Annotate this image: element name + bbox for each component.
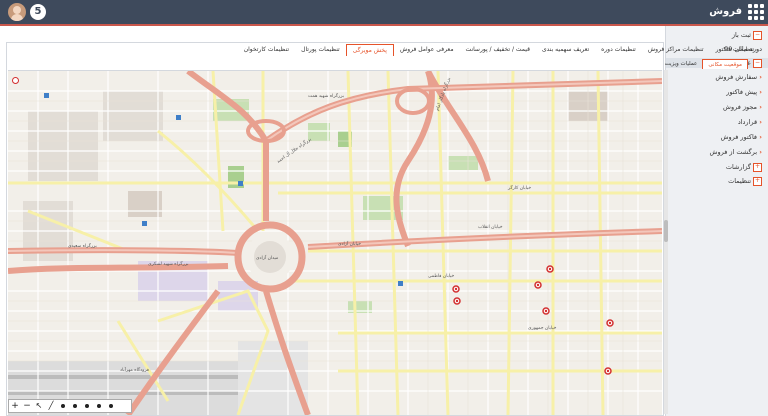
tab-portal-settings[interactable]: تنظیمات پورتال xyxy=(295,44,346,56)
map-label: خیابان فاطمی xyxy=(428,274,455,279)
map-label: بزرگراه سعیدی xyxy=(68,242,97,249)
tab-price-discount[interactable]: قیمت / تخفیف / پورسانت xyxy=(460,44,536,56)
expand-box-icon: + xyxy=(753,162,762,172)
point-tool-icon[interactable] xyxy=(81,400,93,412)
point-tool-icon[interactable] xyxy=(57,400,69,412)
scrollbar-thumb[interactable] xyxy=(664,220,668,242)
map-canvas[interactable]: بزرگراه شهید همت بزرگراه جلال آل احمد خی… xyxy=(8,71,662,415)
arrow-left-icon: ‹ xyxy=(757,118,762,126)
map-label: خیابان آزادی xyxy=(338,241,361,247)
sidebar-item-label: تنظیمات xyxy=(728,177,751,185)
sidebar-item-sales-invoice[interactable]: ‹ فاکتور فروش xyxy=(721,132,762,142)
sidebar: −ثبت باز دوره مالی 99 −عملیات ‹ سفارش فر… xyxy=(665,26,768,416)
tab-period-settings[interactable]: تنظیمات دوره xyxy=(595,44,642,56)
map-scrollbar[interactable] xyxy=(664,70,668,414)
settings-tabs: تنظیمات فاکتور تنظیمات مراکز فروش تنظیما… xyxy=(238,44,760,56)
map-label: خیابان انقلاب xyxy=(478,225,503,230)
arrow-left-icon: ‹ xyxy=(757,103,762,111)
sidebar-item-label: سفارش فروش xyxy=(715,73,758,81)
arrow-left-icon: ‹ xyxy=(757,148,762,156)
zoom-out-icon[interactable]: − xyxy=(21,400,33,412)
sidebar-item-sales-order[interactable]: ‹ سفارش فروش xyxy=(715,72,762,82)
sidebar-item-contract[interactable]: ‹ قرارداد xyxy=(738,117,762,127)
sidebar-item-label: ثبت باز xyxy=(731,31,751,39)
point-tool-icon[interactable] xyxy=(105,400,117,412)
sidebar-item-settings[interactable]: +تنظیمات xyxy=(728,176,762,186)
tab-quota[interactable]: تعریف سهمیه بندی xyxy=(536,44,595,56)
app-logo-icon[interactable]: 5 xyxy=(30,4,46,20)
sidebar-item-reports[interactable]: +گزارشات xyxy=(726,162,762,172)
expand-box-icon: − xyxy=(753,58,762,68)
map-label: بزرگراه شهید لشکری xyxy=(148,260,188,267)
expand-box-icon: + xyxy=(753,176,762,186)
sidebar-item-label: قرارداد xyxy=(737,118,758,126)
apps-grid-icon[interactable] xyxy=(748,4,764,20)
map-origin-marker[interactable] xyxy=(12,77,19,84)
map-label: بزرگراه شهید همت xyxy=(308,92,344,99)
tab-capillary-distribution[interactable]: پخش مویرگی xyxy=(345,44,394,56)
map-label: فرودگاه مهرآباد xyxy=(120,366,149,373)
subtabs: موقعیت مکانی عملیات ویزیت xyxy=(660,59,748,69)
tab-sales-agents[interactable]: معرفی عوامل فروش xyxy=(394,44,460,56)
arrow-left-icon: ‹ xyxy=(757,133,762,141)
draw-line-icon[interactable]: ╱ xyxy=(45,400,57,412)
subtab-visit-operations[interactable]: عملیات ویزیت xyxy=(660,59,703,69)
sidebar-item-label: فاکتور فروش xyxy=(720,133,758,141)
app-title: فروش xyxy=(709,6,742,17)
arrow-left-icon: ‹ xyxy=(757,73,762,81)
tab-sales-centers[interactable]: تنظیمات مراکز فروش xyxy=(642,44,710,56)
arrow-left-icon: ‹ xyxy=(757,88,762,96)
sidebar-item-sales-permit[interactable]: ‹ مجوز فروش xyxy=(723,102,762,112)
map-toolbar: + − ↖ ╱ xyxy=(8,399,132,413)
map-label: خیابان جمهوری xyxy=(528,326,557,331)
map-label: میدان آزادی xyxy=(256,255,279,261)
point-tool-icon[interactable] xyxy=(93,400,105,412)
sidebar-item-open-records[interactable]: −ثبت باز xyxy=(732,30,762,40)
avatar[interactable] xyxy=(8,3,26,21)
sidebar-item-sales-return[interactable]: ‹ برگشت از فروش xyxy=(710,147,762,157)
tab-pos-settings[interactable]: تنظیمات کارتخوان xyxy=(238,44,295,56)
cursor-icon[interactable]: ↖ xyxy=(33,400,45,412)
tab-invoice-settings[interactable]: تنظیمات فاکتور xyxy=(710,44,760,56)
expand-box-icon: − xyxy=(753,30,762,40)
zoom-in-icon[interactable]: + xyxy=(9,400,21,412)
sidebar-item-label: گزارشات xyxy=(725,163,751,171)
top-bar: فروش 5 xyxy=(0,0,768,26)
map-view[interactable]: بزرگراه شهید همت بزرگراه جلال آل احمد خی… xyxy=(8,70,662,415)
sidebar-item-label: برگشت از فروش xyxy=(709,148,758,156)
top-divider xyxy=(0,24,768,26)
point-tool-icon[interactable] xyxy=(69,400,81,412)
sidebar-item-label: مجوز فروش xyxy=(723,103,758,111)
map-label: خیابان کارگر xyxy=(507,184,531,191)
sidebar-item-proforma[interactable]: ‹ پیش فاکتور xyxy=(726,87,762,97)
subtab-location[interactable]: موقعیت مکانی xyxy=(702,59,748,69)
sidebar-item-label: پیش فاکتور xyxy=(726,88,758,96)
